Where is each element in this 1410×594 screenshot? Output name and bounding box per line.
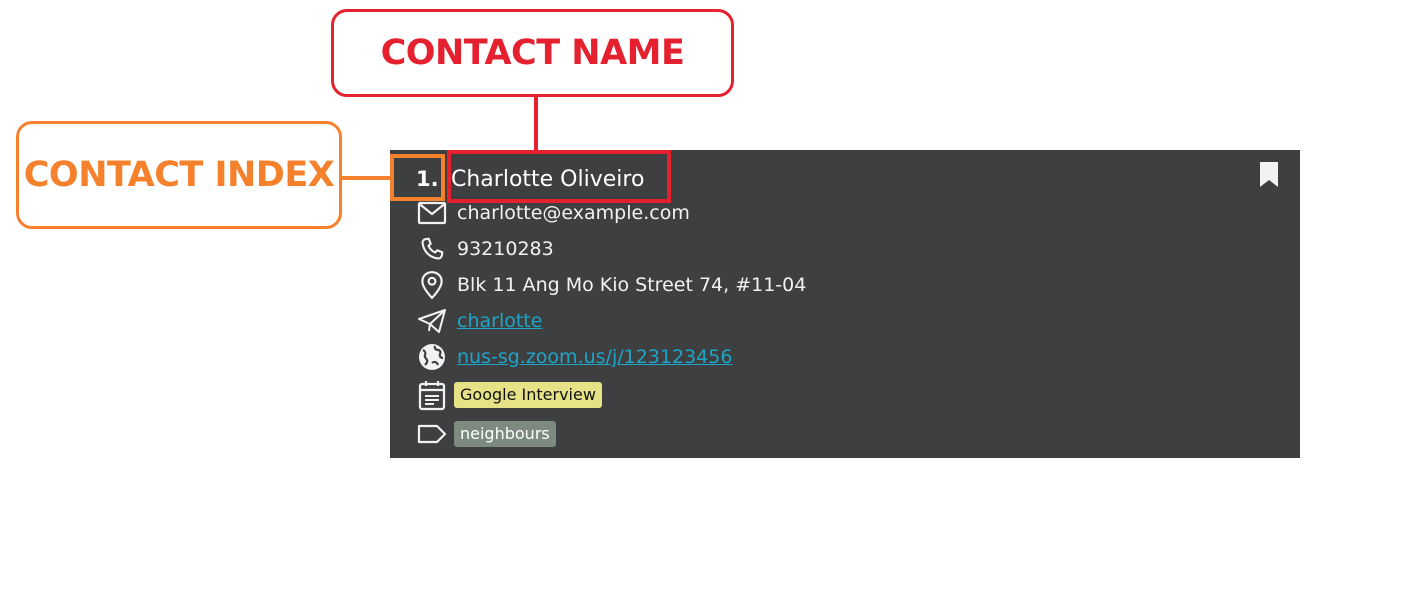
globe-icon (416, 341, 448, 373)
bookmark-icon[interactable] (1258, 161, 1280, 189)
telegram-icon (416, 305, 448, 337)
email-icon (416, 197, 448, 229)
calendar-icon (416, 379, 448, 411)
contact-event-row: Google Interview (416, 379, 602, 411)
contact-index-highlight (390, 154, 445, 201)
contact-meeting-link[interactable]: nus-sg.zoom.us/j/123123456 (457, 346, 732, 368)
event-chip: Google Interview (454, 382, 602, 408)
contact-tag-row: neighbours (416, 419, 556, 449)
contact-telegram-row: charlotte (416, 306, 542, 336)
contact-index-callout: CONTACT INDEX (16, 121, 342, 229)
contact-name-callout-label: CONTACT NAME (380, 33, 685, 73)
contact-index-connector (342, 176, 392, 180)
contact-index-callout-label: CONTACT INDEX (23, 155, 335, 195)
contact-name-highlight (447, 150, 671, 203)
contact-address: Blk 11 Ang Mo Kio Street 74, #11-04 (457, 274, 807, 296)
contact-name-connector (534, 97, 538, 151)
location-pin-icon (416, 269, 448, 301)
tag-icon (416, 418, 448, 450)
contact-meeting-row: nus-sg.zoom.us/j/123123456 (416, 342, 732, 372)
phone-icon (416, 233, 448, 265)
contact-phone-row: 93210283 (416, 234, 554, 264)
contact-phone: 93210283 (457, 238, 554, 260)
tag-chip: neighbours (454, 421, 556, 447)
contact-address-row: Blk 11 Ang Mo Kio Street 74, #11-04 (416, 270, 806, 300)
contact-email: charlotte@example.com (457, 202, 690, 224)
contact-telegram-link[interactable]: charlotte (457, 310, 542, 332)
contact-name-callout: CONTACT NAME (331, 9, 734, 97)
